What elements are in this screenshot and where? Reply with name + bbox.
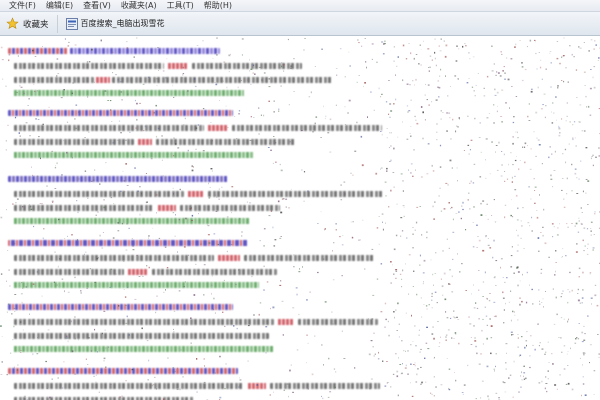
menu-tools[interactable]: 工具(T) xyxy=(162,0,199,12)
tab-title: 百度搜索_电脑出现雪花 xyxy=(80,19,165,28)
page-content xyxy=(0,37,600,400)
result-url xyxy=(8,150,398,160)
result-snippet xyxy=(8,252,398,264)
page-icon xyxy=(65,17,78,30)
result-title-garbled[interactable] xyxy=(8,365,398,378)
menu-view[interactable]: 查看(V) xyxy=(78,0,116,12)
menu-file[interactable]: 文件(F) xyxy=(4,0,41,12)
result-snippet xyxy=(8,202,398,214)
result-snippet xyxy=(8,136,398,148)
result-url xyxy=(8,88,398,98)
star-icon xyxy=(6,17,19,30)
result-snippet xyxy=(8,394,398,400)
menu-help[interactable]: 帮助(H) xyxy=(199,0,237,12)
favorites-label: 收藏夹 xyxy=(23,19,49,30)
result-title-garbled[interactable] xyxy=(8,173,398,186)
search-result[interactable] xyxy=(8,105,398,160)
result-url xyxy=(8,344,398,354)
result-title-garbled[interactable] xyxy=(8,107,398,120)
result-title-garbled[interactable] xyxy=(8,301,398,314)
tab-current-page[interactable]: 百度搜索_电脑出现雪花 xyxy=(62,15,173,33)
result-snippet xyxy=(8,188,398,200)
search-result[interactable] xyxy=(8,235,398,290)
result-url xyxy=(8,280,398,290)
favorites-bar: 收藏夹 百度搜索_电脑出现雪花 xyxy=(0,12,600,36)
menu-bar: 文件(F) 编辑(E) 查看(V) 收藏夹(A) 工具(T) 帮助(H) xyxy=(0,0,600,12)
favorites-button[interactable]: 收藏夹 xyxy=(2,14,58,33)
result-title-garbled[interactable] xyxy=(8,237,398,250)
search-result[interactable] xyxy=(8,299,398,354)
menu-favorites[interactable]: 收藏夹(A) xyxy=(116,0,162,12)
result-snippet xyxy=(8,74,398,86)
result-snippet xyxy=(8,380,398,392)
search-result[interactable] xyxy=(8,171,398,226)
search-result[interactable] xyxy=(8,43,398,98)
search-result[interactable] xyxy=(8,363,398,400)
result-snippet xyxy=(8,316,398,328)
result-snippet xyxy=(8,266,398,278)
result-url xyxy=(8,216,398,226)
result-title-garbled[interactable] xyxy=(8,45,398,58)
menu-edit[interactable]: 编辑(E) xyxy=(41,0,78,12)
result-snippet xyxy=(8,122,398,134)
result-snippet xyxy=(8,330,398,342)
result-snippet xyxy=(8,60,398,72)
